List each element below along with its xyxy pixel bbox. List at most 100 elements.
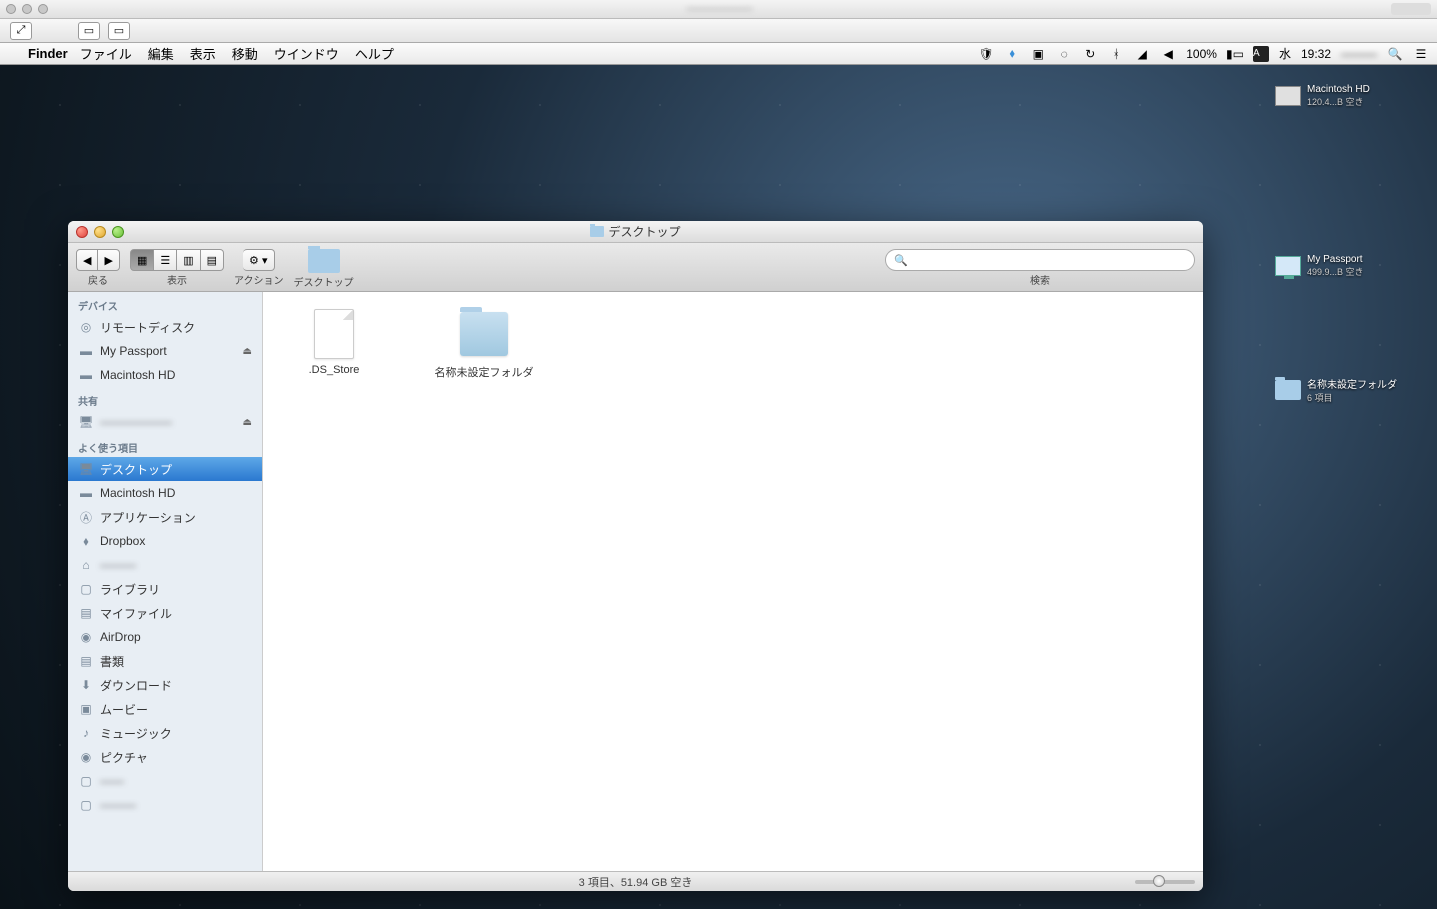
battery-percent[interactable]: 100% [1186,47,1217,61]
close-button[interactable] [76,226,88,238]
path-folder-icon[interactable] [308,249,340,273]
display-icon[interactable]: ▣ [1030,46,1046,62]
finder-content[interactable]: .DS_Store 名称未設定フォルダ [263,292,1203,871]
notification-center-icon[interactable]: ☰ [1413,46,1429,62]
zoom-slider[interactable] [1135,880,1195,884]
search-field[interactable]: 🔍 [885,249,1195,271]
sidebar-item-fav-4[interactable]: ⌂——— [68,553,262,577]
sidebar-item-shared-0[interactable]: 🖥——————⏏ [68,410,262,434]
sidebar-item-fav-14[interactable]: ▢——— [68,793,262,817]
action-label: アクション [234,272,284,287]
bluetooth-icon[interactable]: ᚼ [1108,46,1124,62]
sidebar-item-fav-9[interactable]: ⬇ダウンロード [68,673,262,697]
battery-icon[interactable]: ▮▭ [1227,46,1243,62]
file-item-0[interactable]: .DS_Store [279,308,389,380]
minimize-icon[interactable] [22,4,32,14]
toolbar-button-1[interactable]: ▭ [78,22,100,40]
zoom-thumb[interactable] [1153,875,1165,887]
menu-file[interactable]: ファイル [80,44,132,63]
sidebar-item-fav-3[interactable]: ⬧Dropbox [68,529,262,553]
finder-sidebar: デバイス ◎リモートディスク▬My Passport⏏▬Macintosh HD… [68,292,263,871]
sidebar-item-fav-13[interactable]: ▢—— [68,769,262,793]
file-label: .DS_Store [309,364,360,376]
sidebar-item-label: ダウンロード [100,677,172,694]
sidebar-item-label: Macintosh HD [100,368,175,382]
sidebar-item-fav-12[interactable]: ◉ピクチャ [68,745,262,769]
timemachine-icon[interactable]: ↻ [1082,46,1098,62]
menu-help[interactable]: ヘルプ [355,44,394,63]
finder-toolbar: ◀ ▶ 戻る ▦ ☰ ▥ ▤ 表示 ⚙ ▾ アクション デスクト [68,243,1203,292]
sidebar-item-dev-0[interactable]: ◎リモートディスク [68,315,262,339]
docs-icon: ▤ [78,653,94,669]
desktop-icon-untitled-folder[interactable]: 名称未設定フォルダ6 項目 [1273,375,1413,405]
view-column-button[interactable]: ▥ [177,249,200,271]
action-button[interactable]: ⚙ ▾ [243,249,274,271]
sidebar-item-fav-1[interactable]: ▬ Macintosh HD [68,481,262,505]
sidebar-item-dev-1[interactable]: ▬My Passport⏏ [68,339,262,363]
back-button[interactable]: ◀ [76,249,98,271]
sidebar-item-dev-2[interactable]: ▬Macintosh HD [68,363,262,387]
close-icon[interactable] [6,4,16,14]
zoom-icon[interactable] [38,4,48,14]
menubar-time[interactable]: 19:32 [1301,47,1331,61]
spotlight-icon[interactable]: 🔍 [1387,46,1403,62]
sidebar-item-fav-7[interactable]: ◉AirDrop [68,625,262,649]
sidebar-item-fav-11[interactable]: ♪ミュージック [68,721,262,745]
eject-icon[interactable]: ⏏ [243,417,252,428]
sidebar-item-label: Macintosh HD [100,486,175,500]
sidebar-item-label: アプリケーション [100,509,196,526]
menu-edit[interactable]: 編集 [148,44,174,63]
disc-icon: ◎ [78,319,94,335]
desktop-icon-label: Macintosh HD [1307,84,1370,95]
view-icon-button[interactable]: ▦ [130,249,154,271]
sidebar-item-label: デスクトップ [100,461,172,478]
finder-titlebar[interactable]: デスクトップ [68,221,1203,243]
menubar-day[interactable]: 水 [1279,45,1291,62]
wifi-icon[interactable]: ◢ [1134,46,1150,62]
view-list-button[interactable]: ☰ [154,249,177,271]
eject-icon[interactable]: ⏏ [243,346,252,357]
desktop-icon-sub: 499.9...B 空き [1307,265,1364,278]
desktop-icon-my-passport[interactable]: My Passport499.9...B 空き [1273,251,1413,281]
sidebar-item-fav-0[interactable]: 🖥 デスクトップ [68,457,262,481]
finder-statusbar: 3 項目、51.94 GB 空き [68,871,1203,891]
sidebar-item-fav-8[interactable]: ▤書類 [68,649,262,673]
folder-icon: ▢ [78,581,94,597]
input-source-badge[interactable]: A [1253,46,1269,62]
desktop[interactable]: Macintosh HD120.4...B 空き My Passport499.… [0,65,1437,909]
menu-go[interactable]: 移動 [232,44,258,63]
menu-window[interactable]: ウインドウ [274,44,339,63]
chat-icon[interactable]: ◌ [1056,46,1072,62]
fullscreen-button[interactable]: ⤢ [10,22,32,40]
toolbar-button-2[interactable]: ▭ [108,22,130,40]
sidebar-item-label: AirDrop [100,630,141,644]
forward-button[interactable]: ▶ [98,249,119,271]
search-label: 検索 [1030,272,1050,287]
search-input[interactable] [912,254,1186,266]
hd-icon: ▬ [78,485,94,501]
minimize-button[interactable] [94,226,106,238]
zoom-button[interactable] [112,226,124,238]
sidebar-item-label: ピクチャ [100,749,148,766]
volume-icon[interactable]: ◀ [1160,46,1176,62]
sidebar-item-label: ライブラリ [100,581,160,598]
view-coverflow-button[interactable]: ▤ [201,249,224,271]
dropbox-status-icon[interactable]: ⬧ [1004,46,1020,62]
shield-icon[interactable]: 🛡 [978,46,994,62]
desktop-icon-sub: 6 項目 [1307,391,1397,404]
file-item-1[interactable]: 名称未設定フォルダ [429,308,539,380]
desktop-icon-macintosh-hd[interactable]: Macintosh HD120.4...B 空き [1273,81,1413,111]
outer-window-titlebar: —————— [0,0,1437,19]
menubar-user[interactable]: ——— [1341,47,1377,61]
menu-view[interactable]: 表示 [190,44,216,63]
sidebar-header-shared: 共有 [68,387,262,410]
sidebar-item-fav-5[interactable]: ▢ ライブラリ [68,577,262,601]
outer-right-control[interactable] [1391,3,1431,15]
apps-icon: Ⓐ [78,509,94,525]
desktop-icon: 🖥 [78,461,94,477]
sidebar-item-fav-6[interactable]: ▤マイファイル [68,601,262,625]
sidebar-item-fav-2[interactable]: Ⓐ アプリケーション [68,505,262,529]
allfiles-icon: ▤ [78,605,94,621]
sidebar-item-fav-10[interactable]: ▣ムービー [68,697,262,721]
app-name[interactable]: Finder [28,46,68,61]
